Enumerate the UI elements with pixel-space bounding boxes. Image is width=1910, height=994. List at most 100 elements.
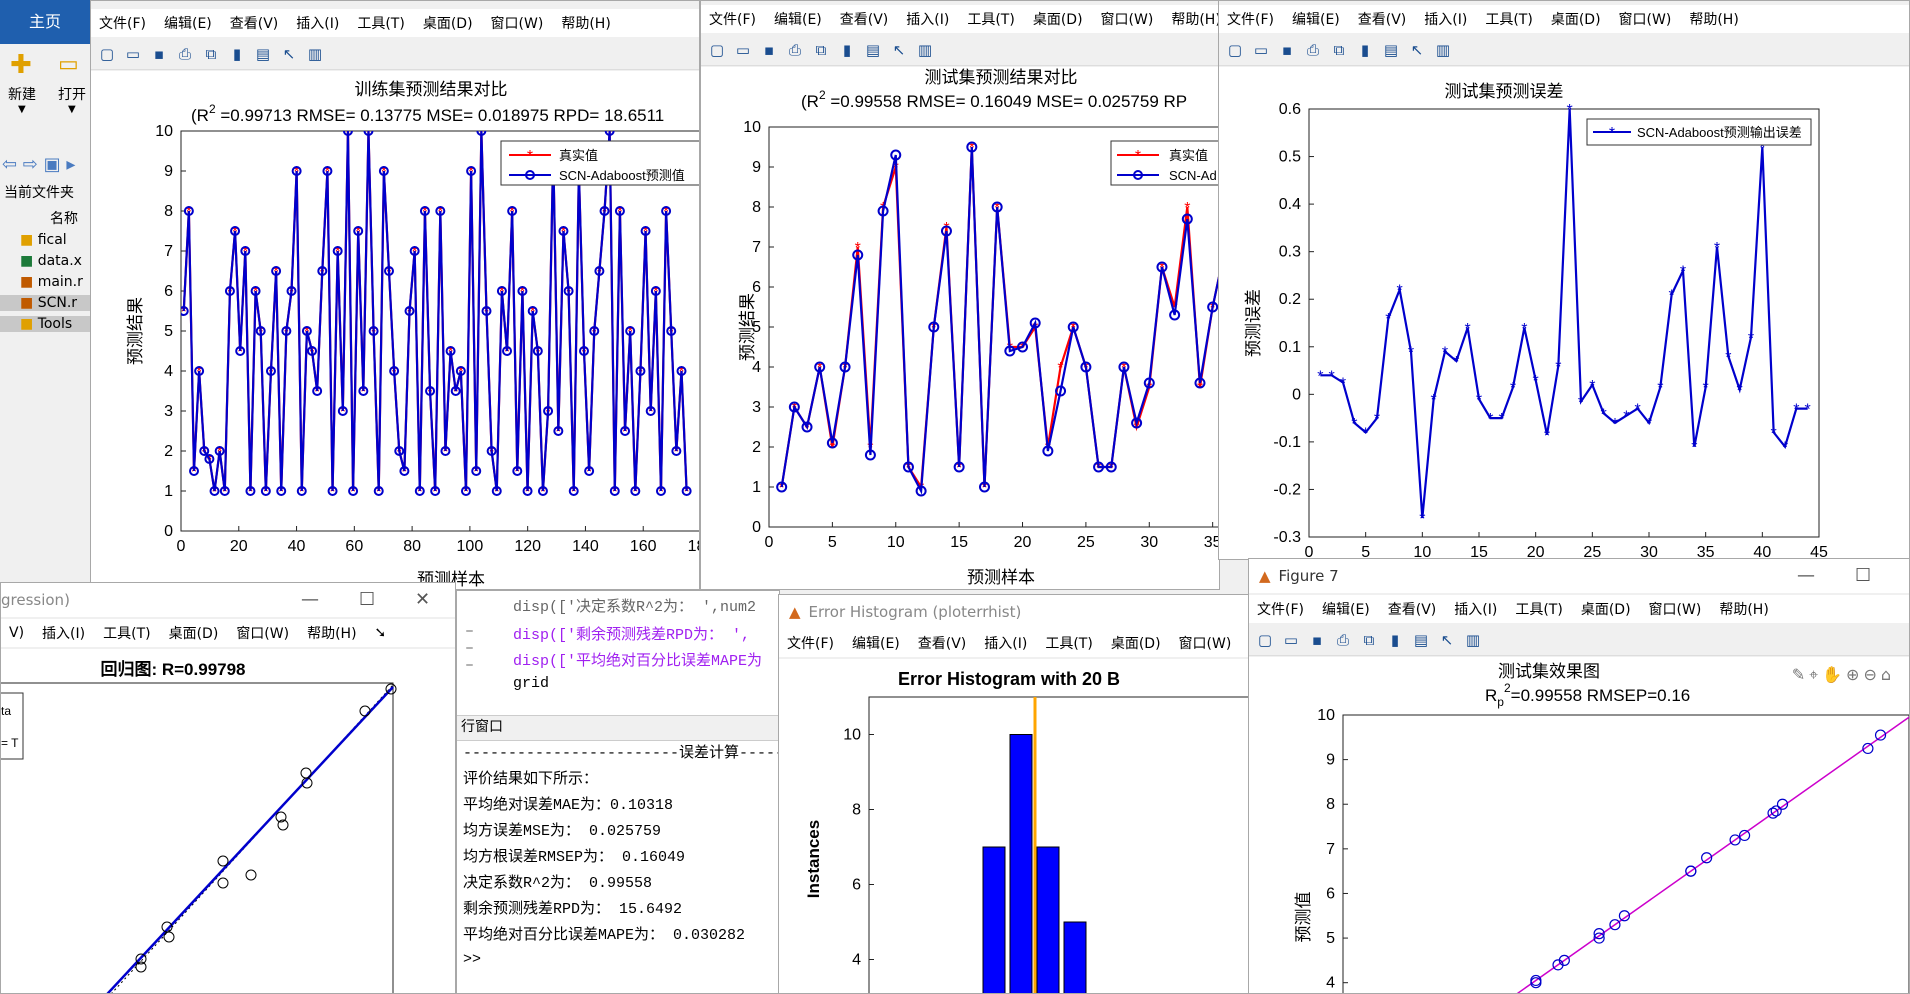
menu-desktop[interactable]: 桌面(D) — [1581, 599, 1631, 619]
chevron-down-icon[interactable]: ▼ — [68, 104, 76, 115]
open-icon[interactable]: ▭ — [733, 40, 753, 60]
file-item[interactable]: ■ data.x — [20, 253, 82, 269]
editor-line[interactable]: grid — [513, 675, 549, 692]
property-editor-icon[interactable]: ▥ — [915, 40, 935, 60]
new-figure-icon[interactable]: ▢ — [1255, 630, 1275, 650]
editor-line[interactable]: disp(['决定系数R^2为： ',num2 — [513, 595, 756, 616]
menu-file[interactable]: 文件(F) — [787, 633, 834, 653]
menu-file[interactable]: 文件(F) — [99, 13, 146, 33]
colorbar-icon[interactable]: ▮ — [837, 40, 857, 60]
new-button[interactable]: 新建 — [8, 84, 36, 104]
new-figure-icon[interactable]: ▢ — [707, 40, 727, 60]
menu-window[interactable]: 窗口(W) — [1179, 633, 1232, 653]
menu-window[interactable]: 窗口(W) — [1619, 9, 1672, 29]
name-column-header[interactable]: 名称 — [50, 208, 78, 228]
menu-tools[interactable]: 工具(T) — [1485, 9, 1532, 29]
menu-tools[interactable]: 工具(T) — [1045, 633, 1092, 653]
legend-icon[interactable]: ▤ — [863, 40, 883, 60]
link-icon[interactable]: ⧉ — [1359, 630, 1379, 650]
minimize-button[interactable]: — — [301, 589, 319, 610]
menu-insert[interactable]: 插入(I) — [984, 633, 1027, 653]
menu-window[interactable]: 窗口(W) — [491, 13, 544, 33]
open-folder-icon[interactable]: ▭ — [58, 52, 79, 77]
menu-help[interactable]: 帮助(H) — [561, 13, 610, 33]
save-icon[interactable]: ▪ — [1277, 40, 1297, 60]
save-icon[interactable]: ▪ — [759, 40, 779, 60]
print-icon[interactable]: ⎙ — [785, 40, 805, 60]
menu-view[interactable]: 查看(V) — [840, 9, 889, 29]
property-editor-icon[interactable]: ▥ — [1433, 40, 1453, 60]
file-item[interactable]: ■ Tools — [0, 316, 90, 332]
chevron-down-icon[interactable]: ▼ — [18, 104, 26, 115]
print-icon[interactable]: ⎙ — [1333, 630, 1353, 650]
maximize-button[interactable]: ☐ — [359, 589, 375, 610]
editor-line[interactable]: disp(['平均绝对百分比误差MAPE为 — [513, 649, 762, 670]
menu-window[interactable]: 窗口(W) — [1101, 9, 1154, 29]
menu-window[interactable]: 窗口(W) — [236, 623, 289, 643]
menu-help[interactable]: 帮助(H) — [1689, 9, 1738, 29]
link-icon[interactable]: ⧉ — [811, 40, 831, 60]
open-icon[interactable]: ▭ — [123, 44, 143, 64]
nav-arrows[interactable]: ⇦ ⇨ ▣ ▸ — [2, 154, 75, 175]
legend-icon[interactable]: ▤ — [253, 44, 273, 64]
menu-tools[interactable]: 工具(T) — [357, 13, 404, 33]
save-icon[interactable]: ▪ — [1307, 630, 1327, 650]
link-icon[interactable]: ⧉ — [1329, 40, 1349, 60]
menu-help[interactable]: 帮助(H) — [1171, 9, 1219, 29]
open-icon[interactable]: ▭ — [1251, 40, 1271, 60]
legend-icon[interactable]: ▤ — [1411, 630, 1431, 650]
menu-tools[interactable]: 工具(T) — [103, 623, 150, 643]
home-tab[interactable]: 主页 — [0, 0, 90, 44]
editor-line[interactable]: disp(['剩余预测残差RPD为： ', — [513, 623, 750, 644]
maximize-button[interactable]: ☐ — [1855, 565, 1871, 586]
menu-desktop[interactable]: 桌面(D) — [1551, 9, 1601, 29]
property-editor-icon[interactable]: ▥ — [305, 44, 325, 64]
menu-help[interactable]: 帮助(H) — [307, 623, 356, 643]
menu-view[interactable]: 查看(V) — [1358, 9, 1407, 29]
zoom-out-icon[interactable]: ⊖ — [1863, 665, 1880, 684]
print-icon[interactable]: ⎙ — [175, 44, 195, 64]
menu-edit[interactable]: 编辑(E) — [1292, 9, 1340, 29]
menu-help[interactable]: 帮助(H) — [1719, 599, 1768, 619]
menu-tools[interactable]: 工具(T) — [1515, 599, 1562, 619]
zoom-in-icon[interactable]: ⊕ — [1846, 665, 1863, 684]
menu-view[interactable]: 查看(V) — [918, 633, 967, 653]
datatip-icon[interactable]: ⌖ — [1809, 665, 1822, 684]
close-button[interactable]: ✕ — [415, 589, 430, 610]
menu-insert[interactable]: 插入(I) — [296, 13, 339, 33]
pointer-icon[interactable]: ↖ — [279, 44, 299, 64]
menu-edit[interactable]: 编辑(E) — [774, 9, 822, 29]
new-figure-icon[interactable]: ▢ — [1225, 40, 1245, 60]
cmd-prompt[interactable]: >> — [463, 951, 481, 968]
pin-icon[interactable]: ➘ — [375, 625, 387, 641]
menu-desktop[interactable]: 桌面(D) — [423, 13, 473, 33]
colorbar-icon[interactable]: ▮ — [227, 44, 247, 64]
pan-icon[interactable]: ✋ — [1822, 665, 1846, 684]
file-item[interactable]: ■ main.r — [20, 274, 83, 290]
menu-desktop[interactable]: 桌面(D) — [1033, 9, 1083, 29]
pointer-icon[interactable]: ↖ — [1437, 630, 1457, 650]
menu-edit[interactable]: 编辑(E) — [164, 13, 212, 33]
file-item[interactable]: ■ fical — [20, 232, 67, 248]
menu-view[interactable]: 查看(V) — [230, 13, 279, 33]
menu-insert[interactable]: 插入(I) — [1424, 9, 1467, 29]
open-icon[interactable]: ▭ — [1281, 630, 1301, 650]
menu-edit[interactable]: 编辑(E) — [1322, 599, 1370, 619]
menu-edit[interactable]: 编辑(E) — [852, 633, 900, 653]
colorbar-icon[interactable]: ▮ — [1385, 630, 1405, 650]
menu-insert[interactable]: 插入(I) — [42, 623, 85, 643]
brush-icon[interactable]: ✎ — [1792, 665, 1809, 684]
menu-desktop[interactable]: 桌面(D) — [169, 623, 219, 643]
save-icon[interactable]: ▪ — [149, 44, 169, 64]
menu-insert[interactable]: 插入(I) — [906, 9, 949, 29]
print-icon[interactable]: ⎙ — [1303, 40, 1323, 60]
colorbar-icon[interactable]: ▮ — [1355, 40, 1375, 60]
new-icon[interactable]: ✚ — [10, 50, 32, 80]
pointer-icon[interactable]: ↖ — [889, 40, 909, 60]
menu-insert[interactable]: 插入(I) — [1454, 599, 1497, 619]
menu-view-partial[interactable]: V) — [9, 625, 24, 641]
minimize-button[interactable]: — — [1797, 565, 1815, 586]
home-icon[interactable]: ⌂ — [1881, 665, 1895, 684]
open-button[interactable]: 打开 — [58, 84, 86, 104]
menu-window[interactable]: 窗口(W) — [1649, 599, 1702, 619]
